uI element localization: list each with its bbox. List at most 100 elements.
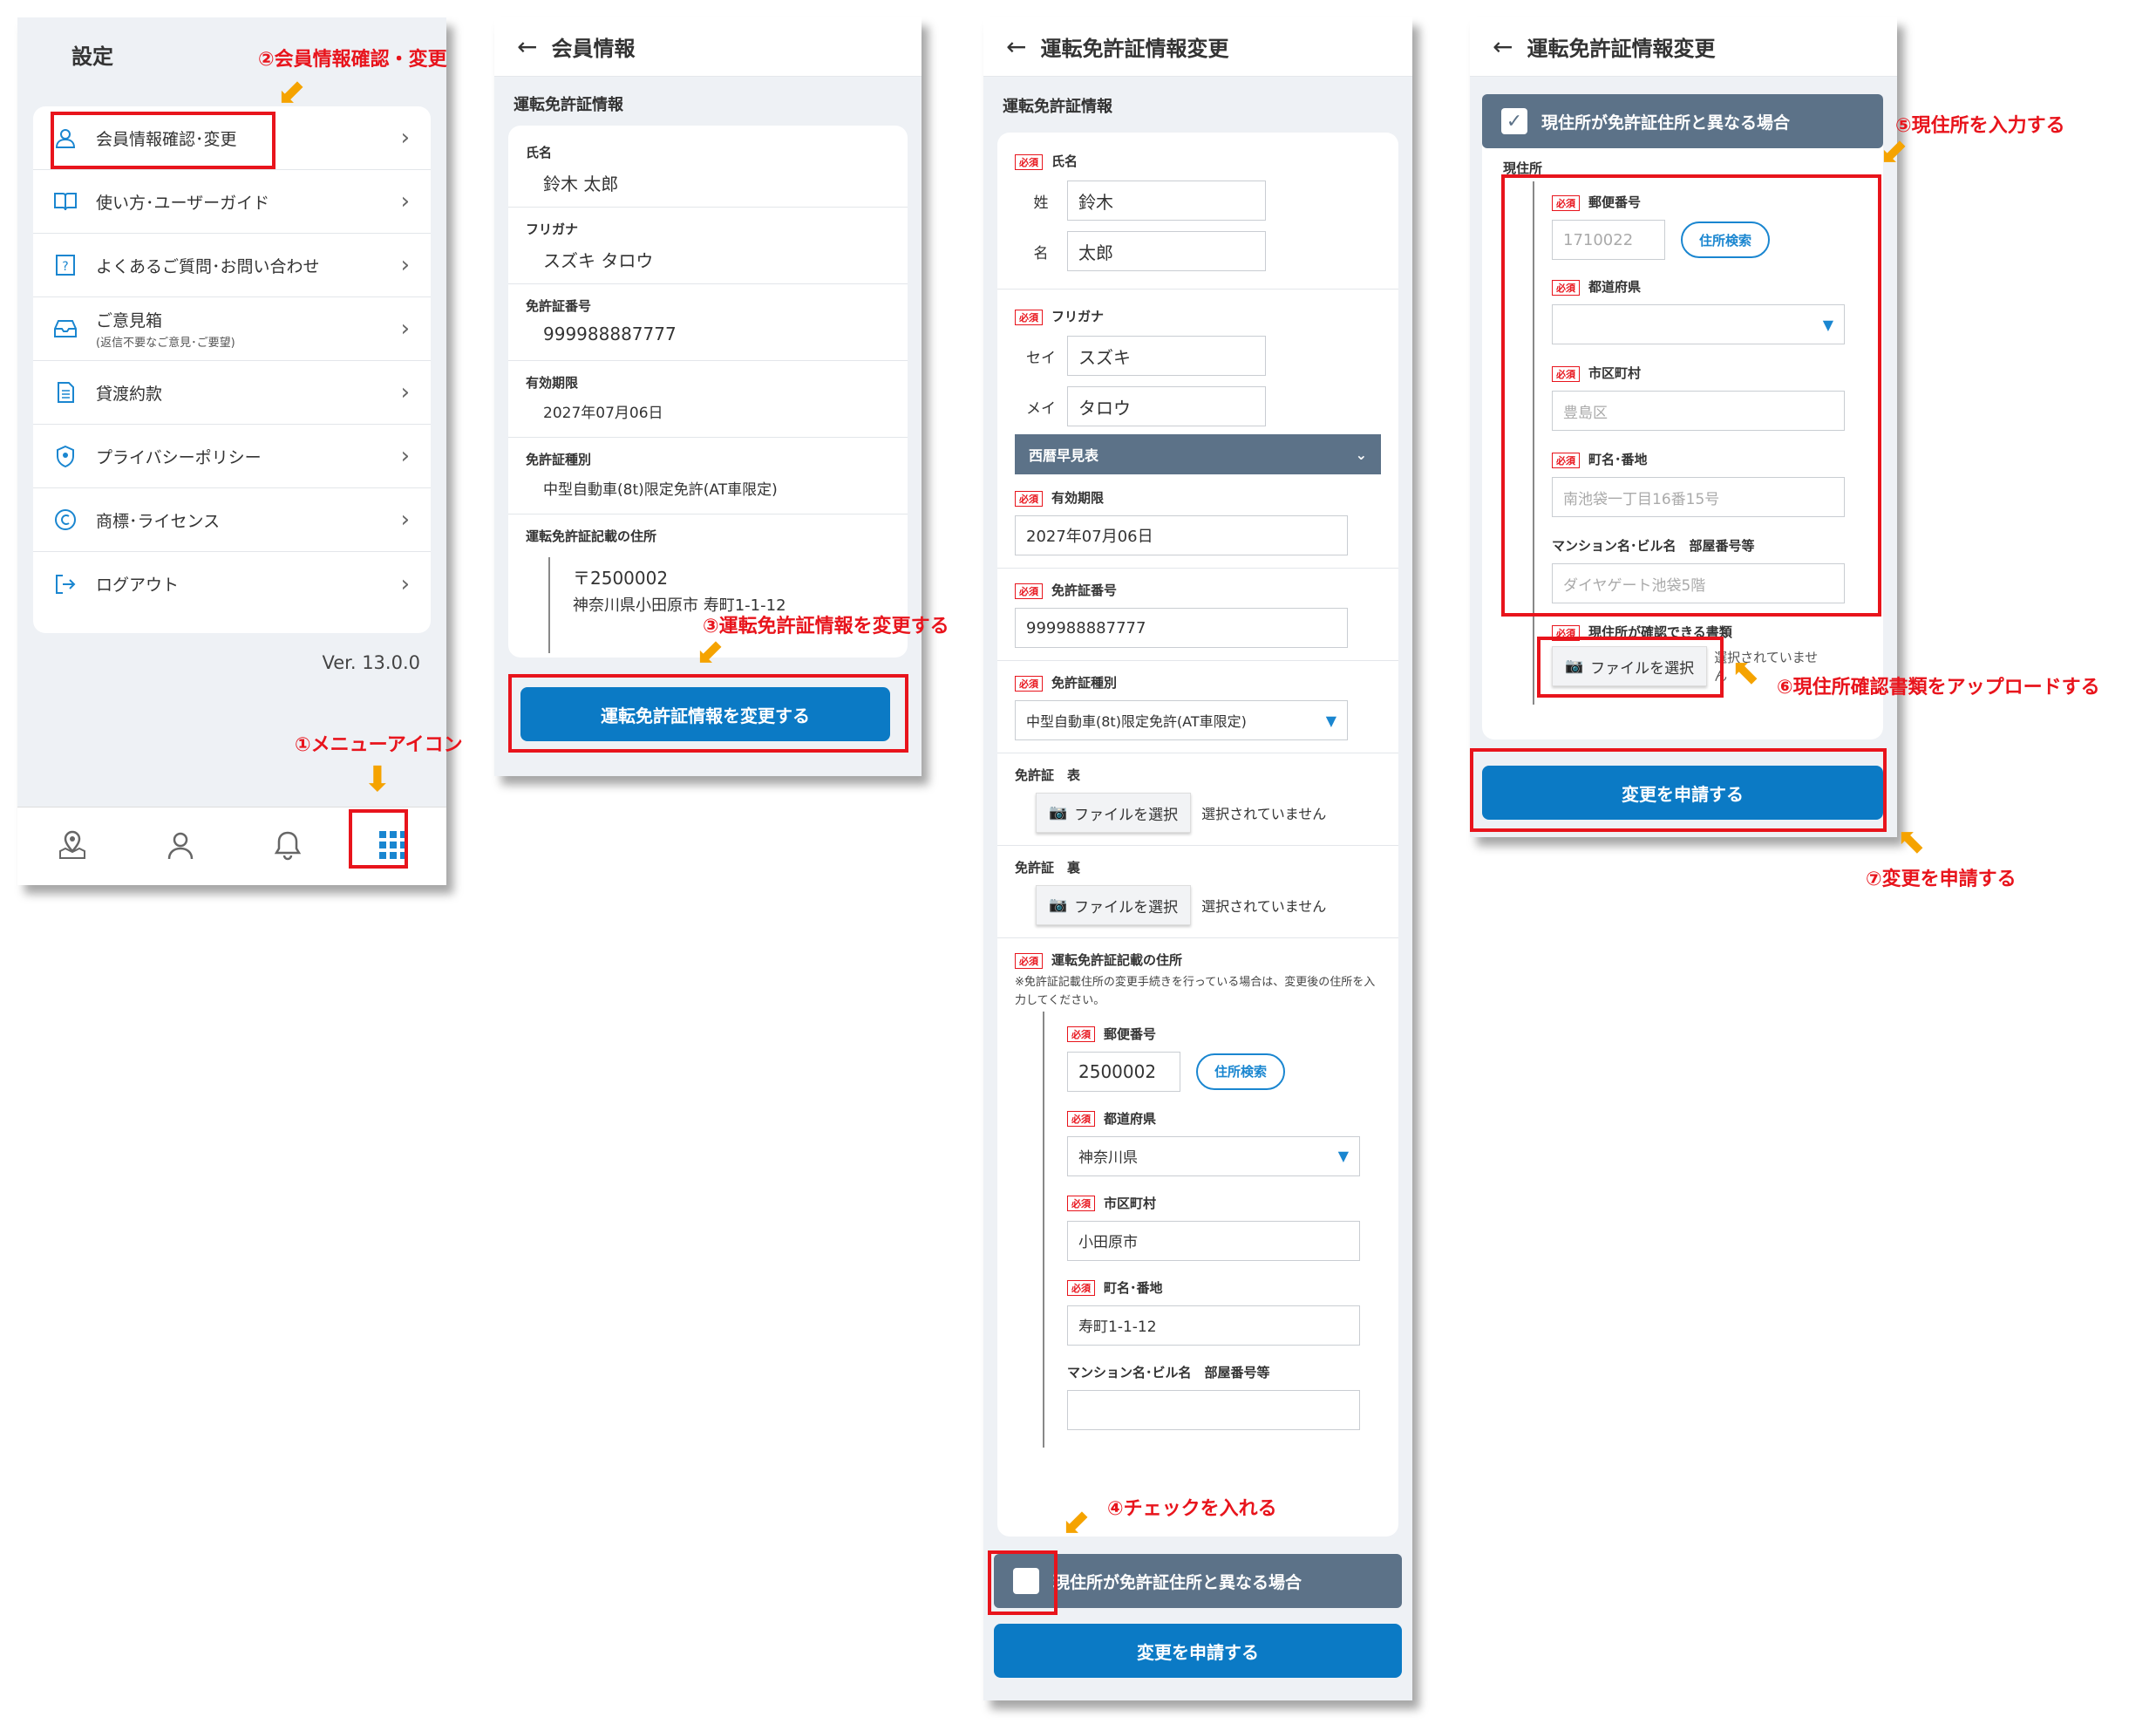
pref-value: 神奈川県 [1078,1149,1138,1168]
page-title: 運転免許証情報変更 [1040,37,1229,61]
street-label: 町名･番地 [1104,1279,1163,1296]
menu-item[interactable]: 使い方･ユーザーガイド › [33,170,431,234]
back-arrow-icon[interactable]: ← [1006,32,1026,61]
info-row: 免許証番号 999988887777 [508,284,908,361]
person-tab-icon[interactable] [165,829,196,864]
back-label: 免許証 裏 [1015,860,1081,876]
pref-select[interactable]: 神奈川県 ▼ [1067,1135,1360,1176]
field-label: 氏名 [526,145,553,160]
calendar-label: 西暦早見表 [1029,447,1099,464]
sei-label: 姓 [1033,194,1049,212]
street-input[interactable]: 寿町1-1-12 [1067,1305,1360,1346]
required-badge: 必須 [1015,952,1043,969]
kana-sei-label: セイ [1026,349,1056,367]
different-address-label: 現住所が免許証住所と異なる場合 [1541,112,1791,133]
chevron-right-icon: › [400,125,410,151]
mei-label: 名 [1033,244,1049,262]
menu-item[interactable]: 貸渡約款 › [33,361,431,425]
highlight-current-address [1501,174,1881,617]
version-text: Ver. 13.0.0 [322,652,420,673]
camera-icon: 📷 [1049,896,1068,914]
front-upload-block: 免許証 表 📷 ファイルを選択 選択されていません [997,753,1398,846]
menu-item[interactable]: ログアウト › [33,552,431,616]
highlight-submit [1470,748,1887,832]
city-label: 市区町村 [1104,1195,1157,1211]
different-address-toggle[interactable]: ✓ 現住所が免許証住所と異なる場合 [1482,94,1883,148]
sei-input[interactable]: 鈴木 [1067,181,1266,221]
back-file-button[interactable]: 📷 ファイルを選択 [1036,885,1192,925]
current-address-label: 現住所 [1503,160,1543,176]
document-icon [52,379,78,405]
field-value: 中型自動車(8t)限定免許(AT車限定) [543,481,778,499]
postal-code: 〒2500002 [573,568,669,589]
chevron-right-icon: › [400,379,410,405]
annotation-7: ⑦変更を申請する [1866,869,2017,890]
building-label: マンション名･ビル名 部屋番号等 [1067,1364,1270,1380]
expiry-label: 有効期限 [1051,490,1105,506]
back-arrow-icon[interactable]: ← [517,32,537,61]
menu-item-label: 商標･ライセンス [96,511,221,531]
name-label: 氏名 [1051,153,1078,169]
menu-item[interactable]: ? よくあるご質問･お問い合わせ › [33,234,431,297]
highlight-menu-icon [349,809,408,869]
front-label: 免許証 表 [1015,767,1081,783]
expiry-block: 必須 有効期限 2027年07月06日 [997,474,1398,569]
map-pin-icon[interactable] [56,828,89,865]
menu-item-label: ご意見箱 (返信不要なご意見･ご要望) [96,311,235,350]
annotation-6: ⑥現住所確認書類をアップロードする [1777,677,2100,698]
annotation-5: ⑤現住所を入力する [1895,115,2065,137]
city-input[interactable]: 小田原市 [1067,1220,1360,1261]
expiry-input[interactable]: 2027年07月06日 [1015,515,1348,555]
postal-input[interactable]: 2500002 [1067,1051,1180,1092]
menu-item[interactable]: プライバシーポリシー › [33,425,431,488]
required-badge: 必須 [1067,1026,1095,1043]
required-badge: 必須 [1067,1280,1095,1297]
type-select[interactable]: 中型自動車(8t)限定免許(AT車限定) ▼ [1015,700,1348,740]
calendar-toggle[interactable]: 西暦早見表 ⌄ [1015,434,1381,474]
kana-sei-input[interactable]: スズキ [1067,336,1266,376]
chevron-right-icon: › [400,570,410,597]
required-badge: 必須 [1015,675,1043,692]
member-card: 氏名 鈴木 太郎 フリガナ スズキ タロウ 免許証番号 999988887777 有効期限 2… [508,126,908,658]
address-search-button[interactable]: 住所検索 [1196,1053,1285,1090]
menu-item[interactable]: 商標･ライセンス › [33,488,431,552]
postal-label: 郵便番号 [1104,1026,1157,1042]
required-badge: 必須 [1067,1111,1095,1128]
inbox-icon [52,316,78,342]
page-title: 設定 [71,44,113,69]
question-icon: ? [52,252,78,278]
different-address-label: 現住所が免許証住所と異なる場合 [1053,1572,1302,1592]
annotation-1: ①メニューアイコン [295,734,463,756]
required-badge: 必須 [1015,309,1043,325]
svg-text:?: ? [62,260,68,274]
field-value: スズキ タロウ [543,250,654,271]
license-form: 必須 氏名 姓鈴木 名太郎 必須 フリガナ セイ スズキ メイ タロウ 西暦早見表 ⌄ 必… [997,133,1398,1537]
header: ← 運転免許証情報変更 [983,17,1412,77]
header: ← 運転免許証情報変更 [1470,17,1897,77]
kana-mei-input[interactable]: タロウ [1067,386,1266,426]
chevron-right-icon: › [400,443,410,469]
field-value: 999988887777 [543,324,677,344]
building-input[interactable] [1067,1389,1360,1430]
bell-icon[interactable] [273,829,303,864]
shield-icon [52,443,78,469]
highlight-checkbox [988,1550,1058,1615]
number-input[interactable]: 999988887777 [1015,608,1348,648]
no-file-text: 選択されていません [1201,806,1327,822]
info-row: 氏名 鈴木 太郎 [508,131,908,208]
field-value: 2027年07月06日 [543,405,663,422]
menu-item[interactable]: ご意見箱 (返信不要なご意見･ご要望) › [33,297,431,361]
menu-item-label: ログアウト [96,576,180,595]
settings-menu: 会員情報確認･変更 › 使い方･ユーザーガイド ›? よくあるご質問･お問い合わせ › ご意… [33,106,431,633]
annotation-4: ④チェックを入れる [1107,1498,1277,1520]
kana-block: 必須 フリガナ セイ スズキ メイ タロウ [997,290,1398,434]
section-title: 運転免許証情報 [1003,98,1112,116]
back-arrow-icon[interactable]: ← [1493,32,1513,61]
mei-input[interactable]: 太郎 [1067,231,1266,271]
menu-item-label: 貸渡約款 [96,384,163,404]
front-file-button[interactable]: 📷 ファイルを選択 [1036,793,1192,833]
checkbox-checked[interactable]: ✓ [1501,108,1527,134]
file-button-label: ファイルを選択 [1074,898,1179,917]
submit-button[interactable]: 変更を申請する [994,1624,1402,1678]
license-edit-screen: ← 運転免許証情報変更 運転免許証情報 必須 氏名 姓鈴木 名太郎 必須 フリガナ … [983,17,1412,1700]
